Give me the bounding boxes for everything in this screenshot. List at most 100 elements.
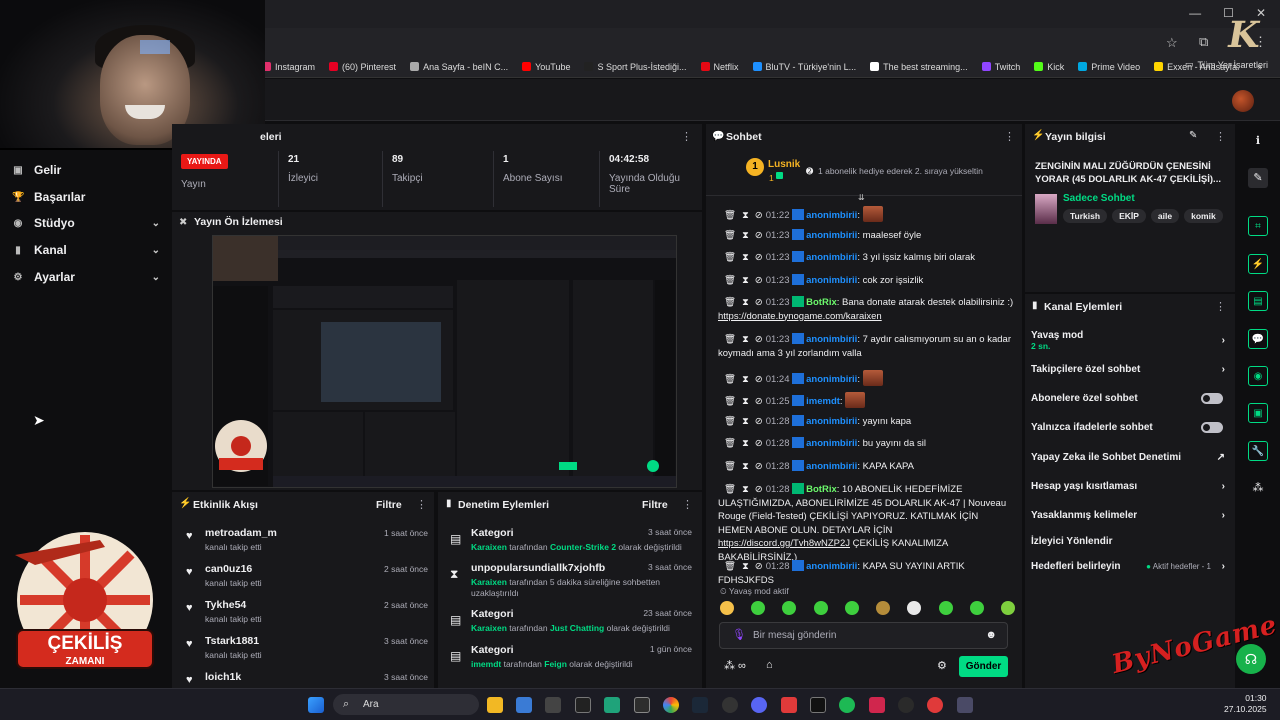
edit-icon[interactable]: ✎ xyxy=(1189,130,1197,141)
app-icon[interactable] xyxy=(898,697,914,713)
mod-timeout-icon[interactable]: ⧗ xyxy=(742,484,749,495)
chevron-down-icon[interactable]: ⌄ xyxy=(152,218,160,229)
mod-delete-icon[interactable]: 🗑 xyxy=(724,297,736,308)
mod-timeout-icon[interactable]: ⧗ xyxy=(742,210,749,221)
clipboard-icon[interactable]: ▤ xyxy=(1248,291,1268,311)
chat-username[interactable]: BotRix xyxy=(806,484,837,495)
chat-link[interactable]: https://discord.gg/Tvh8wNZP2J xyxy=(718,538,850,549)
extensions-icon[interactable]: ⧉ xyxy=(1199,34,1208,50)
emote[interactable] xyxy=(844,601,859,615)
chrome-icon[interactable] xyxy=(663,697,679,713)
chat-message[interactable]: 🗑 ⧗ ⊘ 01:23 anonimbirii: cok zor işsizlik xyxy=(718,274,1014,288)
category-name[interactable]: Sadece Sohbet xyxy=(1063,193,1135,204)
mod-timeout-icon[interactable]: ⧗ xyxy=(742,374,749,385)
emote[interactable] xyxy=(720,601,734,615)
chevron-right-icon[interactable]: › xyxy=(1222,561,1225,572)
mod-ban-icon[interactable]: ⊘ xyxy=(755,438,763,449)
stream-info-menu-icon[interactable]: ⋮ xyxy=(1215,130,1226,143)
taskbar-search[interactable]: ⌕ Ara xyxy=(333,694,479,715)
broadcast-signal-icon[interactable]: ◉ xyxy=(1248,366,1268,386)
app-icon[interactable] xyxy=(516,697,532,713)
mod-timeout-icon[interactable]: ⧗ xyxy=(742,297,749,308)
epic-games-icon[interactable] xyxy=(810,697,826,713)
app-icon[interactable] xyxy=(722,697,738,713)
chat-message[interactable]: 🗑 ⧗ ⊘ 01:28 BotRix: 10 ABONELİK HEDEFİMİZE … xyxy=(718,483,1014,564)
lightning-icon[interactable]: ⚡ xyxy=(1248,254,1268,274)
app-icon[interactable] xyxy=(545,697,561,713)
chat-options-icon[interactable]: ⁂ ∞ xyxy=(724,659,746,672)
chevron-right-icon[interactable]: › xyxy=(1222,335,1225,346)
mod-ban-icon[interactable]: ⊘ xyxy=(755,334,763,345)
store-icon[interactable]: ⌂ xyxy=(766,659,773,671)
mod-delete-icon[interactable]: 🗑 xyxy=(724,396,736,407)
nav-item-0[interactable]: ▣ Gelir xyxy=(12,160,162,180)
mod-ban-icon[interactable]: ⊘ xyxy=(755,252,763,263)
chevron-right-icon[interactable]: › xyxy=(1222,510,1225,521)
emote[interactable] xyxy=(813,601,828,615)
mod-ban-icon[interactable]: ⊘ xyxy=(755,416,763,427)
emote[interactable] xyxy=(969,601,984,615)
chat-message[interactable]: 🗑 ⧗ ⊘ 01:28 anonimbirii: bu yayını da sil xyxy=(718,437,1014,451)
chat-username[interactable]: anonimbirii xyxy=(806,230,857,241)
stream-tag[interactable]: EKİP xyxy=(1112,209,1146,223)
channel-action-row[interactable]: Hedefleri belirleyin › ● Aktif hedefler - … xyxy=(1031,561,1227,575)
chat-message[interactable]: 🗑 ⧗ ⊘ 01:23 anonimbirii: maalesef öyle xyxy=(718,229,1014,243)
chat-username[interactable]: anonimbirii xyxy=(806,438,857,449)
mod-delete-icon[interactable]: 🗑 xyxy=(724,374,736,385)
external-link-icon[interactable]: ↗ xyxy=(1217,452,1225,463)
chat-username[interactable]: anonimbirii xyxy=(806,461,857,472)
nav-item-3[interactable]: ▮ Kanal ⌄ xyxy=(12,240,162,260)
mod-ban-icon[interactable]: ⊘ xyxy=(755,484,763,495)
mod-ban-icon[interactable]: ⊘ xyxy=(755,230,763,241)
mod-timeout-icon[interactable]: ⧗ xyxy=(742,275,749,286)
all-bookmarks[interactable]: ▭ Tüm Yer İşaretleri xyxy=(1185,59,1268,70)
stream-tag[interactable]: aile xyxy=(1150,209,1180,223)
stream-tag[interactable]: komik xyxy=(1184,209,1223,223)
emote[interactable] xyxy=(938,601,953,615)
channel-action-row[interactable]: Yalnızca ifadelerle sohbet xyxy=(1031,422,1227,436)
chat-link[interactable]: https://donate.bynogame.com/karaixen xyxy=(718,311,882,322)
emoji-picker-icon[interactable]: ☻ xyxy=(985,623,997,648)
app-icon[interactable] xyxy=(575,697,591,713)
channel-action-row[interactable]: Yapay Zeka ile Sohbet Denetimi ↗ xyxy=(1031,452,1227,466)
steam-icon[interactable] xyxy=(692,697,708,713)
send-button[interactable]: Gönder xyxy=(959,656,1008,677)
chat-message[interactable]: 🗑 ⧗ ⊘ 01:22 anonimbirii: xyxy=(718,206,1014,223)
chat-message[interactable]: 🗑 ⧗ ⊘ 01:28 anonimbirii: yayını kapa xyxy=(718,415,1014,429)
activity-row[interactable]: ♥ can0uz16 kanalı takip etti 2 saat önce xyxy=(180,562,430,596)
bookmark-item[interactable]: The best streaming... xyxy=(870,62,968,72)
mod-timeout-icon[interactable]: ⧗ xyxy=(742,438,749,449)
activity-filter-button[interactable]: Filtre xyxy=(376,499,402,511)
mod-delete-icon[interactable]: 🗑 xyxy=(724,210,736,221)
windows-start-icon[interactable] xyxy=(308,697,324,713)
chevron-down-icon[interactable]: ⌄ xyxy=(152,272,160,283)
mod-delete-icon[interactable]: 🗑 xyxy=(724,334,736,345)
toggle-switch[interactable] xyxy=(1201,393,1223,404)
nav-item-2[interactable]: ◉ Stüdyo ⌄ xyxy=(12,213,162,233)
stream-preview-video[interactable] xyxy=(212,235,677,488)
chevron-down-icon[interactable]: ⌄ xyxy=(152,245,160,256)
mod-ban-icon[interactable]: ⊘ xyxy=(755,297,763,308)
channel-action-row[interactable]: Yasaklanmış kelimeler › xyxy=(1031,510,1227,524)
moderation-row[interactable]: ▤ Kategori Karaixen tarafından Counter-Str… xyxy=(444,527,696,561)
nav-item-1[interactable]: 🏆 Başarılar xyxy=(12,187,162,207)
stats-menu-icon[interactable]: ⋮ xyxy=(681,130,692,143)
nav-item-4[interactable]: ⚙ Ayarlar ⌄ xyxy=(12,267,162,287)
mod-delete-icon[interactable]: 🗑 xyxy=(724,275,736,286)
mod-delete-icon[interactable]: 🗑 xyxy=(724,484,736,495)
layout-icon[interactable]: ▣ xyxy=(1248,403,1268,423)
chat-username[interactable]: anonimbirii xyxy=(806,334,857,345)
stream-tag[interactable]: Turkish xyxy=(1063,209,1108,223)
mod-ban-icon[interactable]: ⊘ xyxy=(755,461,763,472)
channel-action-row[interactable]: Takipçilere özel sohbet › xyxy=(1031,364,1227,378)
chat-message[interactable]: 🗑 ⧗ ⊘ 01:23 anonimbirii: 3 yıl işsiz kalmış… xyxy=(718,251,1014,265)
chat-message[interactable]: 🗑 ⧗ ⊘ 01:23 anonimbirii: 7 aydır calısmıyor… xyxy=(718,333,1014,360)
crop-icon[interactable]: ⌗ xyxy=(1248,216,1268,236)
app-icon[interactable] xyxy=(869,697,885,713)
chat-username[interactable]: anonimbirii xyxy=(806,374,857,385)
channel-action-row[interactable]: Hesap yaşı kısıtlaması › xyxy=(1031,481,1227,495)
chat-username[interactable]: anonimbirii xyxy=(806,210,857,221)
chat-settings-icon[interactable]: ⚙ xyxy=(937,659,947,672)
wrench-icon[interactable]: 🔧 xyxy=(1248,441,1268,461)
mod-timeout-icon[interactable]: ⧗ xyxy=(742,396,749,407)
